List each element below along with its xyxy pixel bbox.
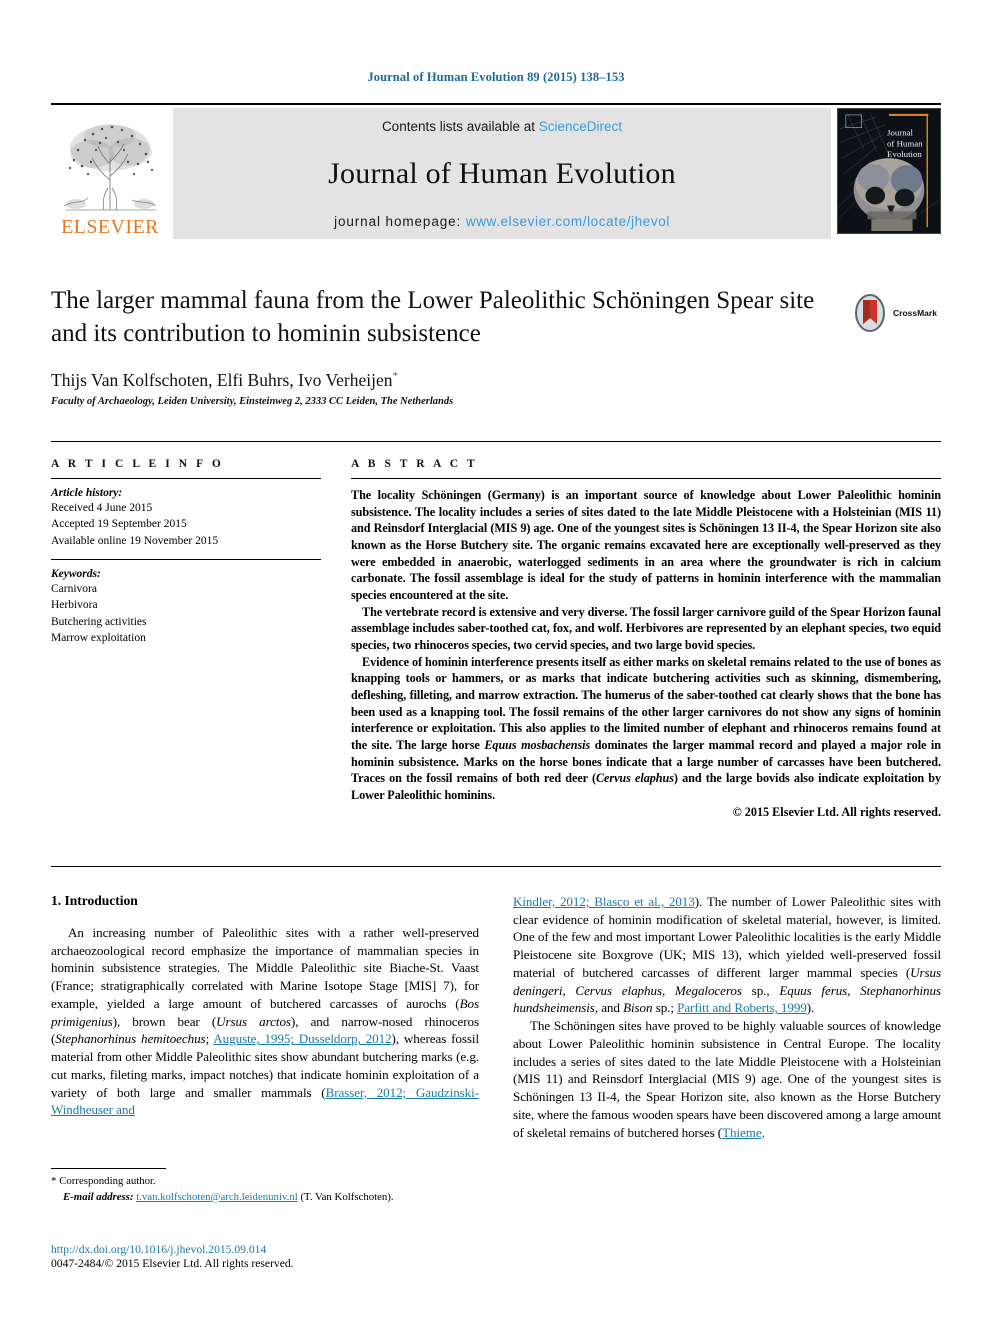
corresponding-author-note: * Corresponding author. bbox=[51, 1174, 479, 1190]
species-name: Equus mosbachensis bbox=[484, 737, 591, 752]
keyword-item: Herbivora bbox=[51, 599, 98, 612]
footnote-block: * Corresponding author. E-mail address: … bbox=[51, 1168, 479, 1205]
running-head: Journal of Human Evolution 89 (2015) 138… bbox=[367, 70, 625, 84]
body-text-run: ). bbox=[806, 1000, 815, 1016]
journal-masthead: ELSEVIER Contents lists available at Sci… bbox=[51, 103, 941, 239]
keyword-item: Butchering activities bbox=[51, 615, 147, 628]
crossmark-label: CrossMark bbox=[893, 308, 937, 318]
sciencedirect-link[interactable]: ScienceDirect bbox=[539, 119, 622, 134]
journal-homepage-line: journal homepage: www.elsevier.com/locat… bbox=[334, 214, 670, 229]
body-paragraph: The Schöningen sites have proved to be h… bbox=[513, 1017, 941, 1141]
contents-prefix: Contents lists available at bbox=[381, 119, 539, 134]
contents-list-line: Contents lists available at ScienceDirec… bbox=[382, 119, 622, 134]
doi-block: http://dx.doi.org/10.1016/j.jhevol.2015.… bbox=[51, 1243, 551, 1270]
elsevier-wordmark: ELSEVIER bbox=[61, 216, 159, 238]
cover-title-1: Journal bbox=[887, 128, 913, 138]
history-accepted: Accepted 19 September 2015 bbox=[51, 518, 187, 531]
abstract-paragraph: The locality Schöningen (Germany) is an … bbox=[351, 488, 941, 602]
citation-link[interactable]: Parfitt and Roberts, 1999 bbox=[677, 1000, 807, 1015]
email-suffix: (T. Van Kolfschoten). bbox=[297, 1190, 394, 1203]
abstract-column: A B S T R A C T The locality Schöningen … bbox=[337, 442, 941, 820]
body-text-run: ), brown bear ( bbox=[112, 1013, 217, 1029]
body-divider bbox=[51, 866, 941, 867]
article-info-abstract-block: A R T I C L E I N F O Article history: R… bbox=[51, 441, 941, 820]
crossmark-badge[interactable]: CrossMark bbox=[851, 292, 937, 334]
body-column-right: Kindler, 2012; Blasco et al., 2013). The… bbox=[513, 893, 941, 1141]
cover-artwork: Journal of Human Evolution bbox=[838, 109, 940, 233]
issn-copyright-line: 0047-2484/© 2015 Elsevier Ltd. All right… bbox=[51, 1257, 294, 1270]
journal-cover-thumbnail: Journal of Human Evolution bbox=[837, 108, 941, 234]
homepage-label: journal homepage: bbox=[334, 214, 466, 229]
keywords-divider bbox=[51, 558, 321, 560]
authors-text: Thijs Van Kolfschoten, Elfi Buhrs, Ivo V… bbox=[51, 370, 393, 390]
body-text-run: , and bbox=[594, 1000, 624, 1016]
email-label: E-mail address: bbox=[63, 1190, 134, 1203]
keyword-item: Marrow exploitation bbox=[51, 631, 146, 644]
abstract-copyright: © 2015 Elsevier Ltd. All rights reserved… bbox=[732, 805, 941, 820]
email-link[interactable]: t.van.kolfschoten@arch.leidenuniv.nl bbox=[136, 1191, 298, 1203]
citation-link[interactable]: Kindler, 2012; Blasco et al., 2013 bbox=[513, 894, 695, 909]
species-name: Stephanorhinus hemitoechus bbox=[55, 1031, 206, 1047]
body-column-left: 1. Introduction An increasing number of … bbox=[51, 893, 479, 1141]
abstract-heading: A B S T R A C T bbox=[351, 458, 478, 470]
keywords-label: Keywords: bbox=[51, 567, 101, 580]
crossmark-icon bbox=[855, 294, 885, 332]
abstract-paragraph: Evidence of hominin interference present… bbox=[351, 654, 941, 804]
homepage-url-link[interactable]: www.elsevier.com/locate/jhevol bbox=[466, 214, 670, 229]
species-name: Ursus arctos bbox=[216, 1013, 291, 1029]
body-columns: 1. Introduction An increasing number of … bbox=[51, 893, 941, 1141]
body-text-run: An increasing number of Paleolithic site… bbox=[51, 925, 479, 1011]
page-title: The larger mammal fauna from the Lower P… bbox=[51, 287, 815, 347]
article-history-label: Article history: bbox=[51, 487, 123, 499]
citation-link[interactable]: Thieme, bbox=[722, 1125, 765, 1140]
elsevier-tree-icon bbox=[63, 124, 157, 211]
section-heading-introduction: 1. Introduction bbox=[51, 893, 138, 908]
elsevier-logo: ELSEVIER bbox=[51, 108, 169, 239]
citation-link[interactable]: Auguste, 1995; Dusseldorp, 2012 bbox=[213, 1031, 391, 1046]
article-info-heading: A R T I C L E I N F O bbox=[51, 458, 224, 470]
body-paragraph: An increasing number of Paleolithic site… bbox=[51, 924, 479, 1119]
abstract-rule bbox=[351, 478, 941, 479]
footnote-rule bbox=[51, 1168, 166, 1169]
body-paragraph: Kindler, 2012; Blasco et al., 2013). The… bbox=[513, 893, 941, 1017]
keyword-item: Carnivora bbox=[51, 582, 97, 595]
corresponding-author-marker: * bbox=[392, 370, 399, 383]
journal-title: Journal of Human Evolution bbox=[328, 157, 676, 190]
cover-title-2: of Human bbox=[887, 138, 923, 148]
history-received: Received 4 June 2015 bbox=[51, 502, 153, 514]
article-info-rule bbox=[51, 478, 321, 479]
doi-link[interactable]: http://dx.doi.org/10.1016/j.jhevol.2015.… bbox=[51, 1243, 551, 1256]
article-info-column: A R T I C L E I N F O Article history: R… bbox=[51, 442, 337, 820]
body-text-run: sp., bbox=[741, 982, 780, 998]
title-block: The larger mammal fauna from the Lower P… bbox=[51, 285, 841, 407]
author-list: Thijs Van Kolfschoten, Elfi Buhrs, Ivo V… bbox=[51, 370, 841, 391]
body-text-run: The Schöningen sites have proved to be h… bbox=[513, 1018, 942, 1140]
history-available-online: Available online 19 November 2015 bbox=[51, 534, 219, 547]
masthead-banner: Contents lists available at ScienceDirec… bbox=[173, 108, 831, 239]
corresponding-author-text: Corresponding author. bbox=[56, 1175, 156, 1187]
cover-title-3: Evolution bbox=[887, 149, 922, 159]
body-text-run: sp.; bbox=[652, 1000, 678, 1016]
species-name: Cervus elaphus bbox=[595, 771, 674, 786]
abstract-paragraph: The vertebrate record is extensive and v… bbox=[351, 604, 941, 652]
species-name: Bison bbox=[623, 1000, 653, 1016]
article-page: Journal of Human Evolution 89 (2015) 138… bbox=[0, 0, 992, 1323]
email-note: E-mail address: t.van.kolfschoten@arch.l… bbox=[51, 1190, 479, 1205]
affiliation: Faculty of Archaeology, Leiden Universit… bbox=[51, 396, 454, 407]
